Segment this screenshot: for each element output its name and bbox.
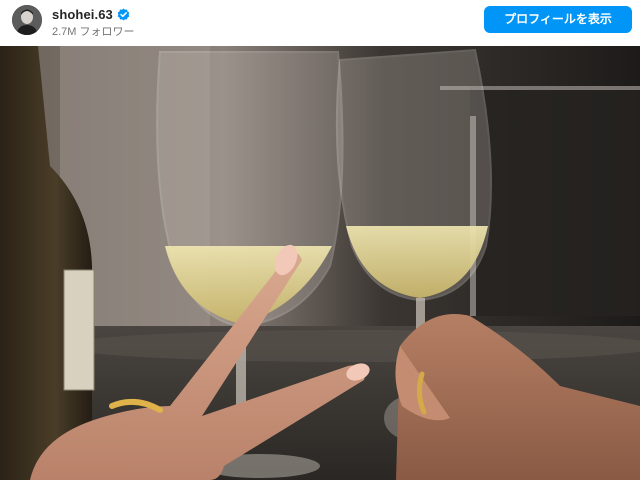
avatar-icon: [12, 5, 42, 35]
post-header: shohei.63 2.7M フォロワー プロフィールを表示: [0, 0, 640, 46]
verified-badge-icon: [117, 8, 130, 21]
view-profile-button[interactable]: プロフィールを表示: [484, 6, 632, 33]
username-row: shohei.63: [52, 6, 130, 22]
post-photo-image: [0, 46, 640, 480]
username[interactable]: shohei.63: [52, 7, 113, 22]
profile-avatar[interactable]: [12, 5, 42, 35]
follower-count: 2.7M フォロワー: [52, 26, 135, 38]
post-photo[interactable]: [0, 46, 640, 480]
